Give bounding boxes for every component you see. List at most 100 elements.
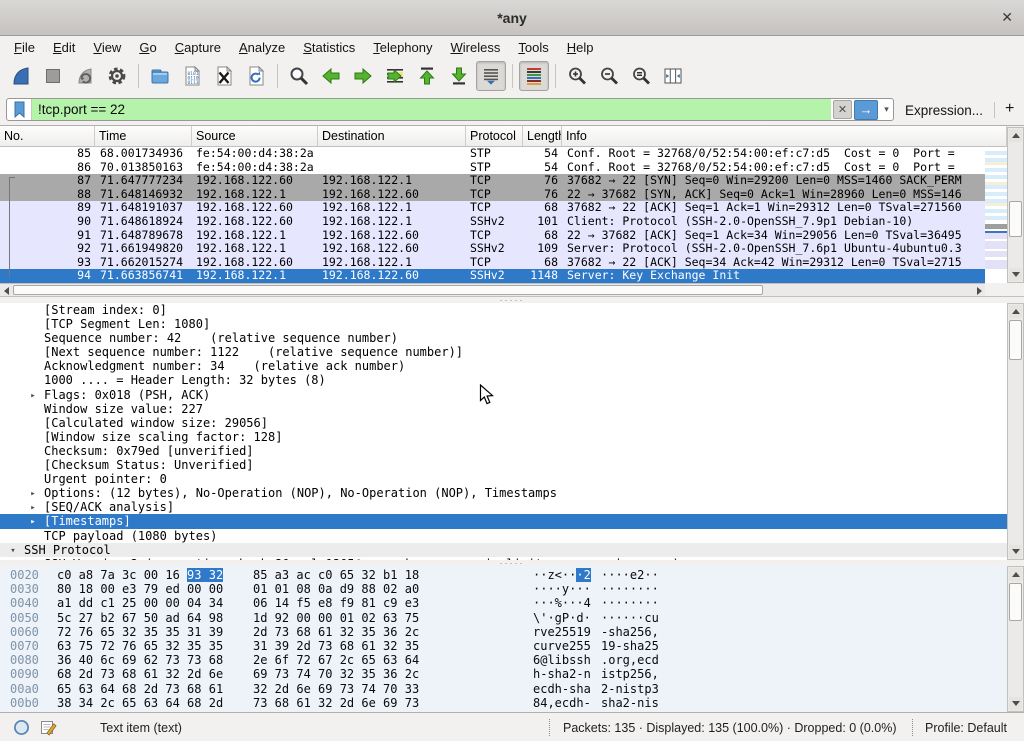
filter-clear-button[interactable]: ✕ [833, 100, 852, 119]
filter-apply-button[interactable]: → [854, 100, 878, 120]
menu-wireless[interactable]: Wireless [442, 37, 510, 58]
menu-go[interactable]: Go [130, 37, 165, 58]
profile-status[interactable]: Profile: Default [925, 721, 1007, 735]
detail-tree-row[interactable]: Urgent pointer: 0 [0, 472, 1007, 486]
hex-row-0040[interactable]: 0040a1 dd c1 25 00 00 04 3406 14 f5 e8 f… [0, 596, 1007, 610]
packet-row-85[interactable]: 8568.001734936fe:54:00:d4:38:2aSTP54Conf… [0, 147, 985, 161]
go-first-packet-button[interactable] [412, 61, 442, 91]
hex-row-0070[interactable]: 007063 75 72 76 65 32 35 3531 39 2d 73 6… [0, 639, 1007, 653]
detail-tree-row[interactable]: ▸[Timestamps] [0, 514, 1007, 528]
hex-row-0030[interactable]: 003080 18 00 e3 79 ed 00 0001 01 08 0a d… [0, 582, 1007, 596]
detail-tree-row[interactable]: Checksum: 0x79ed [unverified] [0, 444, 1007, 458]
start-capture-button[interactable] [6, 61, 36, 91]
detail-tree-row[interactable]: Acknowledgment number: 34 (relative ack … [0, 359, 1007, 373]
hex-row-0050[interactable]: 00505c 27 b2 67 50 ad 64 981d 92 00 00 0… [0, 611, 1007, 625]
menu-edit[interactable]: Edit [44, 37, 84, 58]
resize-columns-button[interactable] [658, 61, 688, 91]
hex-row-0090[interactable]: 009068 2d 73 68 61 32 2d 6e69 73 74 70 3… [0, 667, 1007, 681]
find-packet-button[interactable] [284, 61, 314, 91]
colorize-packets-button[interactable] [519, 61, 549, 91]
menu-statistics[interactable]: Statistics [294, 37, 364, 58]
hex-row-0020[interactable]: 0020c0 a8 7a 3c 00 16 93 3285 a3 ac c0 6… [0, 568, 1007, 582]
menu-telephony[interactable]: Telephony [364, 37, 441, 58]
packet-row-93[interactable]: 9371.662015274192.168.122.60192.168.122.… [0, 256, 985, 270]
packet-row-87[interactable]: 8771.647777234192.168.122.60192.168.122.… [0, 174, 985, 188]
reload-file-button[interactable] [241, 61, 271, 91]
add-filter-button[interactable]: + [1005, 100, 1014, 118]
hex-row-0080[interactable]: 008036 40 6c 69 62 73 73 682e 6f 72 67 2… [0, 653, 1007, 667]
open-file-button[interactable] [145, 61, 175, 91]
packet-row-92[interactable]: 9271.661949820192.168.122.1192.168.122.6… [0, 242, 985, 256]
restart-capture-button[interactable] [70, 61, 100, 91]
detail-tree-row[interactable]: Sequence number: 42 (relative sequence n… [0, 331, 1007, 345]
close-icon[interactable]: ✕ [1001, 9, 1013, 26]
pane-splitter[interactable]: ····· [0, 296, 1024, 303]
tree-collapsed-icon[interactable]: ▸ [28, 487, 38, 501]
packet-row-89[interactable]: 8971.648191037192.168.122.60192.168.122.… [0, 201, 985, 215]
hex-row-00b0[interactable]: 00b038 34 2c 65 63 64 68 2d73 68 61 32 2… [0, 696, 1007, 710]
hex-row-0060[interactable]: 006072 76 65 32 35 35 31 392d 73 68 61 3… [0, 625, 1007, 639]
column-header-no[interactable]: No. [0, 126, 95, 146]
capture-options-button[interactable] [102, 61, 132, 91]
menu-view[interactable]: View [84, 37, 130, 58]
detail-tree-row[interactable]: [Checksum Status: Unverified] [0, 458, 1007, 472]
go-forward-button[interactable] [348, 61, 378, 91]
detail-tree-row[interactable]: [Stream index: 0] [0, 303, 1007, 317]
column-header-protocol[interactable]: Protocol [466, 126, 523, 146]
scroll-down-icon[interactable] [1009, 545, 1022, 558]
expert-info-button[interactable] [13, 719, 30, 739]
intelligent-scrollbar-minimap[interactable] [985, 147, 1007, 283]
filter-value[interactable]: !tcp.port == 22 [32, 99, 831, 120]
zoom-reset-button[interactable] [626, 61, 656, 91]
display-filter-input[interactable]: !tcp.port == 22 ✕ → ▾ [6, 98, 894, 121]
detail-tree-row[interactable]: Window size value: 227 [0, 402, 1007, 416]
filter-bookmark-button[interactable] [7, 99, 32, 120]
detail-tree-row[interactable]: [TCP Segment Len: 1080] [0, 317, 1007, 331]
menu-file[interactable]: File [5, 37, 44, 58]
menu-help[interactable]: Help [558, 37, 603, 58]
packet-row-94[interactable]: 9471.663856741192.168.122.1192.168.122.6… [0, 269, 985, 283]
detail-tree-row[interactable]: [Window size scaling factor: 128] [0, 430, 1007, 444]
column-header-length[interactable]: Length [523, 126, 562, 146]
scroll-up-icon[interactable] [1009, 129, 1022, 142]
go-last-packet-button[interactable] [444, 61, 474, 91]
detail-tree-row[interactable]: ▸[SEQ/ACK analysis] [0, 500, 1007, 514]
hex-row-00a0[interactable]: 00a065 63 64 68 2d 73 68 6132 2d 6e 69 7… [0, 682, 1007, 696]
scroll-left-icon[interactable] [0, 285, 12, 296]
scroll-up-icon[interactable] [1009, 305, 1022, 318]
tree-collapsed-icon[interactable]: ▸ [28, 515, 38, 529]
detail-tree-row[interactable]: 1000 .... = Header Length: 32 bytes (8) [0, 373, 1007, 387]
stop-capture-button[interactable] [38, 61, 68, 91]
capture-comment-button[interactable] [40, 719, 57, 739]
packet-list-hscrollbar[interactable] [0, 283, 985, 296]
menu-analyze[interactable]: Analyze [230, 37, 294, 58]
zoom-out-button[interactable] [594, 61, 624, 91]
menu-capture[interactable]: Capture [166, 37, 230, 58]
scroll-down-icon[interactable] [1009, 268, 1022, 281]
detail-tree-row[interactable]: ▸Options: (12 bytes), No-Operation (NOP)… [0, 486, 1007, 500]
column-header-source[interactable]: Source [192, 126, 318, 146]
tree-collapsed-icon[interactable]: ▸ [28, 389, 38, 403]
close-file-button[interactable] [209, 61, 239, 91]
scroll-down-icon[interactable] [1009, 697, 1022, 710]
column-header-info[interactable]: Info [562, 126, 1007, 146]
save-file-button[interactable]: 010101100113 [177, 61, 207, 91]
scrollbar-thumb[interactable] [1009, 583, 1022, 621]
tree-expanded-icon[interactable]: ▾ [8, 544, 18, 558]
detail-tree-row[interactable]: [Next sequence number: 1122 (relative se… [0, 345, 1007, 359]
packet-row-86[interactable]: 8670.013850163fe:54:00:d4:38:2aSTP54Conf… [0, 161, 985, 175]
scrollbar-thumb[interactable] [1009, 201, 1022, 237]
go-back-button[interactable] [316, 61, 346, 91]
tree-collapsed-icon[interactable]: ▸ [28, 501, 38, 515]
expression-button[interactable]: Expression... [905, 103, 983, 118]
menu-tools[interactable]: Tools [509, 37, 557, 58]
auto-scroll-button[interactable] [476, 61, 506, 91]
scroll-up-icon[interactable] [1009, 568, 1022, 581]
column-header-time[interactable]: Time [95, 126, 192, 146]
packet-list-vscrollbar[interactable] [1007, 127, 1024, 283]
zoom-in-button[interactable] [562, 61, 592, 91]
scroll-right-icon[interactable] [973, 285, 985, 296]
packet-row-88[interactable]: 8871.648146932192.168.122.1192.168.122.6… [0, 188, 985, 202]
detail-tree-row[interactable]: ▸Flags: 0x018 (PSH, ACK) [0, 388, 1007, 402]
scrollbar-thumb[interactable] [13, 285, 763, 295]
